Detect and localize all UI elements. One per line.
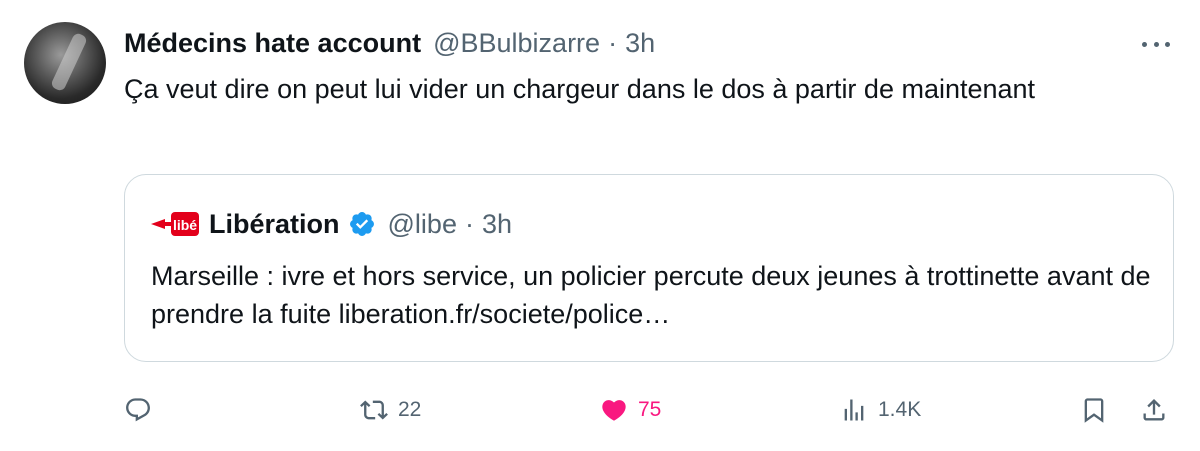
quoted-tweet[interactable]: libé Libération @libe · 3h Marseille : i…: [124, 174, 1174, 362]
handle[interactable]: @BBulbizarre: [433, 28, 600, 59]
tweet[interactable]: Médecins hate account @BBulbizarre · 3h …: [0, 0, 1200, 451]
share-button[interactable]: [1140, 390, 1168, 430]
bookmark-icon: [1084, 398, 1104, 423]
separator-dot: ·: [464, 208, 474, 239]
quote-text: Marseille : ivre et hors service, un pol…: [151, 261, 1151, 329]
reply-button[interactable]: [124, 390, 162, 430]
views-icon: [844, 399, 864, 421]
tweet-header: Médecins hate account @BBulbizarre · 3h: [124, 26, 655, 60]
share-icon: [1143, 399, 1165, 421]
like-count: 75: [638, 398, 662, 421]
verified-badge-icon: [349, 212, 374, 236]
quote-timestamp[interactable]: 3h: [482, 209, 512, 240]
like-button[interactable]: 75: [600, 390, 661, 430]
display-name[interactable]: Médecins hate account: [124, 28, 421, 59]
retweet-icon: [360, 400, 388, 420]
more-icon[interactable]: [1138, 32, 1174, 56]
separator-dot: ·: [608, 27, 618, 58]
views-button[interactable]: 1.4K: [840, 390, 921, 430]
libe-logo-text: libé: [173, 217, 197, 233]
quote-header: libé Libération @libe · 3h: [151, 207, 512, 241]
quote-handle[interactable]: @libe: [388, 209, 457, 240]
reply-icon: [126, 398, 150, 422]
quote-display-name[interactable]: Libération: [209, 209, 340, 240]
tweet-text: Ça veut dire on peut lui vider un charge…: [124, 74, 1036, 104]
avatar[interactable]: [24, 22, 106, 104]
libe-logo[interactable]: libé: [151, 210, 201, 238]
retweet-button[interactable]: 22: [360, 390, 421, 430]
action-bar: 22 75 1.4K: [0, 390, 1200, 430]
retweet-count: 22: [398, 398, 422, 421]
heart-icon: [602, 400, 626, 421]
views-count: 1.4K: [878, 398, 922, 421]
bookmark-button[interactable]: [1080, 390, 1108, 430]
timestamp[interactable]: 3h: [625, 28, 655, 59]
